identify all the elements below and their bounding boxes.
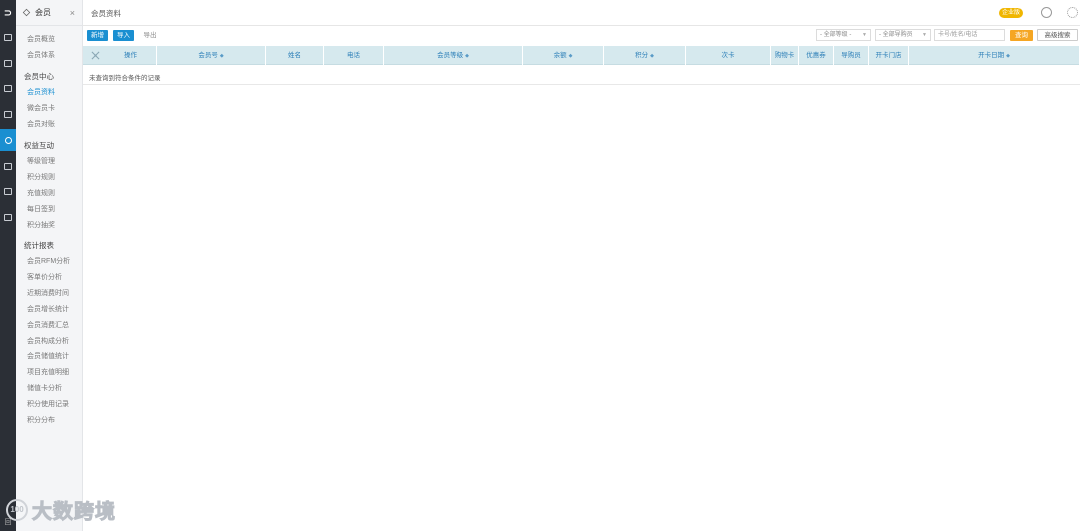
search-input[interactable]: 卡号/姓名/电话 bbox=[934, 29, 1005, 41]
watermark-text: 大数跨境 bbox=[32, 501, 116, 524]
submenu-item[interactable]: 每日签到 bbox=[27, 204, 55, 214]
edition-badge: 企业版 bbox=[999, 8, 1024, 18]
guide-select[interactable]: - 全部导购员 ▼ bbox=[875, 29, 931, 41]
home-icon[interactable] bbox=[0, 26, 16, 48]
submenu-item[interactable]: 会员消费汇总 bbox=[27, 320, 69, 330]
table-header: 操作 会员号 ◆ 姓名 电话 会员等级 ◆ 余额 ◆ 积分 ◆ 次卡 购物卡 优惠券 导购员 开卡门店 开卡日期… bbox=[83, 46, 1080, 65]
column-header: 开卡门店 bbox=[869, 46, 909, 65]
chart-icon[interactable] bbox=[0, 180, 16, 202]
close-icon[interactable]: × bbox=[70, 8, 75, 18]
app-window: ⊃ 回 会员 × 会员概览 会员体系 会员中心 会员资料 微会员卡 会员对账 权益互动 等级管… bbox=[0, 0, 1080, 531]
submenu-item[interactable]: 充值规则 bbox=[27, 188, 55, 198]
sort-icon[interactable]: ◆ bbox=[650, 53, 654, 59]
submenu-item[interactable]: 会员资料 bbox=[27, 87, 55, 97]
breadcrumb: 会员资料 bbox=[91, 9, 121, 18]
column-header: 操作 bbox=[105, 46, 157, 65]
submenu-item[interactable]: 近期消费时间 bbox=[27, 288, 69, 298]
column-header: 导购员 bbox=[834, 46, 869, 65]
submenu-item[interactable]: 积分分布 bbox=[27, 415, 55, 425]
chevron-down-icon: ▼ bbox=[862, 32, 867, 38]
column-header-label: 开卡门店 bbox=[875, 52, 902, 59]
column-header[interactable]: 余额 ◆ bbox=[523, 46, 604, 65]
column-header-label: 余额 bbox=[553, 52, 567, 59]
submenu-item[interactable]: 会员体系 bbox=[27, 50, 55, 60]
column-header: 购物卡 bbox=[771, 46, 799, 65]
member-icon[interactable] bbox=[0, 129, 16, 151]
submenu-item[interactable]: 客单价分析 bbox=[27, 272, 62, 282]
calendar-icon[interactable] bbox=[0, 77, 16, 99]
column-header: 优惠券 bbox=[799, 46, 834, 65]
submenu-item[interactable]: 会员概览 bbox=[27, 34, 55, 44]
submenu-item[interactable]: 积分规则 bbox=[27, 172, 55, 182]
column-header-label: 会员等级 bbox=[437, 52, 464, 59]
submenu-item[interactable]: 等级管理 bbox=[27, 156, 55, 166]
watermark: 100 大数跨境 bbox=[6, 495, 116, 524]
advanced-search-button[interactable]: 高级搜索 bbox=[1037, 29, 1078, 41]
submenu-title: 会员 bbox=[35, 8, 51, 17]
app-logo[interactable]: ⊃ bbox=[0, 0, 16, 26]
submenu-item[interactable]: 会员对账 bbox=[27, 119, 55, 129]
submenu-group-title: 权益互动 bbox=[24, 141, 54, 150]
column-header-label: 姓名 bbox=[288, 52, 301, 59]
chevron-down-icon: ▼ bbox=[922, 32, 927, 38]
sort-icon[interactable]: ◆ bbox=[1006, 53, 1010, 59]
column-header[interactable]: 开卡日期 ◆ bbox=[909, 46, 1080, 65]
column-header-label: 购物卡 bbox=[774, 52, 795, 59]
settings-list-icon[interactable] bbox=[0, 206, 16, 228]
column-header[interactable]: 会员等级 ◆ bbox=[384, 46, 523, 65]
column-header: 次卡 bbox=[686, 46, 771, 65]
level-select-value: - 全部等级 - bbox=[820, 32, 852, 38]
column-header-label: 导购员 bbox=[841, 52, 861, 59]
column-header-label: 电话 bbox=[347, 52, 360, 59]
column-header-label: 开卡日期 bbox=[978, 52, 1005, 59]
diamond-icon bbox=[22, 8, 31, 17]
add-button[interactable]: 新增 bbox=[87, 30, 108, 41]
submenu-item[interactable]: 会员构成分析 bbox=[27, 336, 69, 346]
submenu-item[interactable]: 项目充值明细 bbox=[27, 367, 69, 377]
column-settings-icon[interactable] bbox=[91, 51, 100, 60]
column-header-label: 优惠券 bbox=[806, 52, 826, 59]
submenu-item[interactable]: 积分使用记录 bbox=[27, 399, 69, 409]
icon-rail: ⊃ 回 bbox=[0, 0, 16, 531]
submenu-header: 会员 × bbox=[16, 0, 82, 26]
member-submenu: 会员 × 会员概览会员体系会员中心会员资料微会员卡会员对账权益互动等级管理积分规… bbox=[16, 0, 83, 531]
submenu-item[interactable]: 会员储值统计 bbox=[27, 351, 69, 361]
top-bar: 会员资料 企业版 bbox=[83, 0, 1080, 26]
submenu-group-title: 统计报表 bbox=[24, 241, 54, 250]
column-header-label: 次卡 bbox=[721, 52, 735, 59]
column-header-label: 会员号 bbox=[198, 52, 218, 59]
sort-icon[interactable]: ◆ bbox=[220, 53, 224, 59]
submenu-group-title: 会员中心 bbox=[24, 72, 54, 81]
column-header: 姓名 bbox=[266, 46, 324, 65]
column-header-label: 积分 bbox=[635, 52, 649, 59]
column-header[interactable]: 积分 ◆ bbox=[604, 46, 686, 65]
empty-message: 未查询到符合条件的记录 bbox=[89, 75, 161, 82]
submenu-item[interactable]: 积分抽奖 bbox=[27, 220, 55, 230]
submenu-item[interactable]: 会员RFM分析 bbox=[27, 256, 70, 266]
export-button[interactable]: 导出 bbox=[140, 30, 160, 41]
sort-icon[interactable]: ◆ bbox=[569, 53, 573, 59]
submenu-item[interactable]: 会员增长统计 bbox=[27, 304, 69, 314]
submenu-item[interactable]: 微会员卡 bbox=[27, 103, 55, 113]
column-header: 电话 bbox=[324, 46, 384, 65]
monitor-icon[interactable] bbox=[0, 52, 16, 74]
report-icon[interactable] bbox=[0, 103, 16, 125]
level-select[interactable]: - 全部等级 - ▼ bbox=[816, 29, 871, 41]
column-header[interactable]: 会员号 ◆ bbox=[157, 46, 266, 65]
sort-icon[interactable]: ◆ bbox=[465, 53, 469, 59]
store-icon[interactable] bbox=[0, 155, 16, 177]
empty-result-row: 未查询到符合条件的记录 bbox=[83, 65, 1080, 85]
gear-icon[interactable] bbox=[1067, 7, 1078, 18]
watermark-logo: 100 bbox=[6, 498, 28, 521]
column-header-label: 操作 bbox=[124, 52, 137, 59]
import-button[interactable]: 导入 bbox=[113, 30, 134, 41]
search-button[interactable]: 查询 bbox=[1010, 30, 1033, 41]
headset-icon[interactable] bbox=[1041, 7, 1052, 18]
submenu-item[interactable]: 储值卡分析 bbox=[27, 383, 62, 393]
guide-select-value: - 全部导购员 bbox=[879, 32, 913, 38]
